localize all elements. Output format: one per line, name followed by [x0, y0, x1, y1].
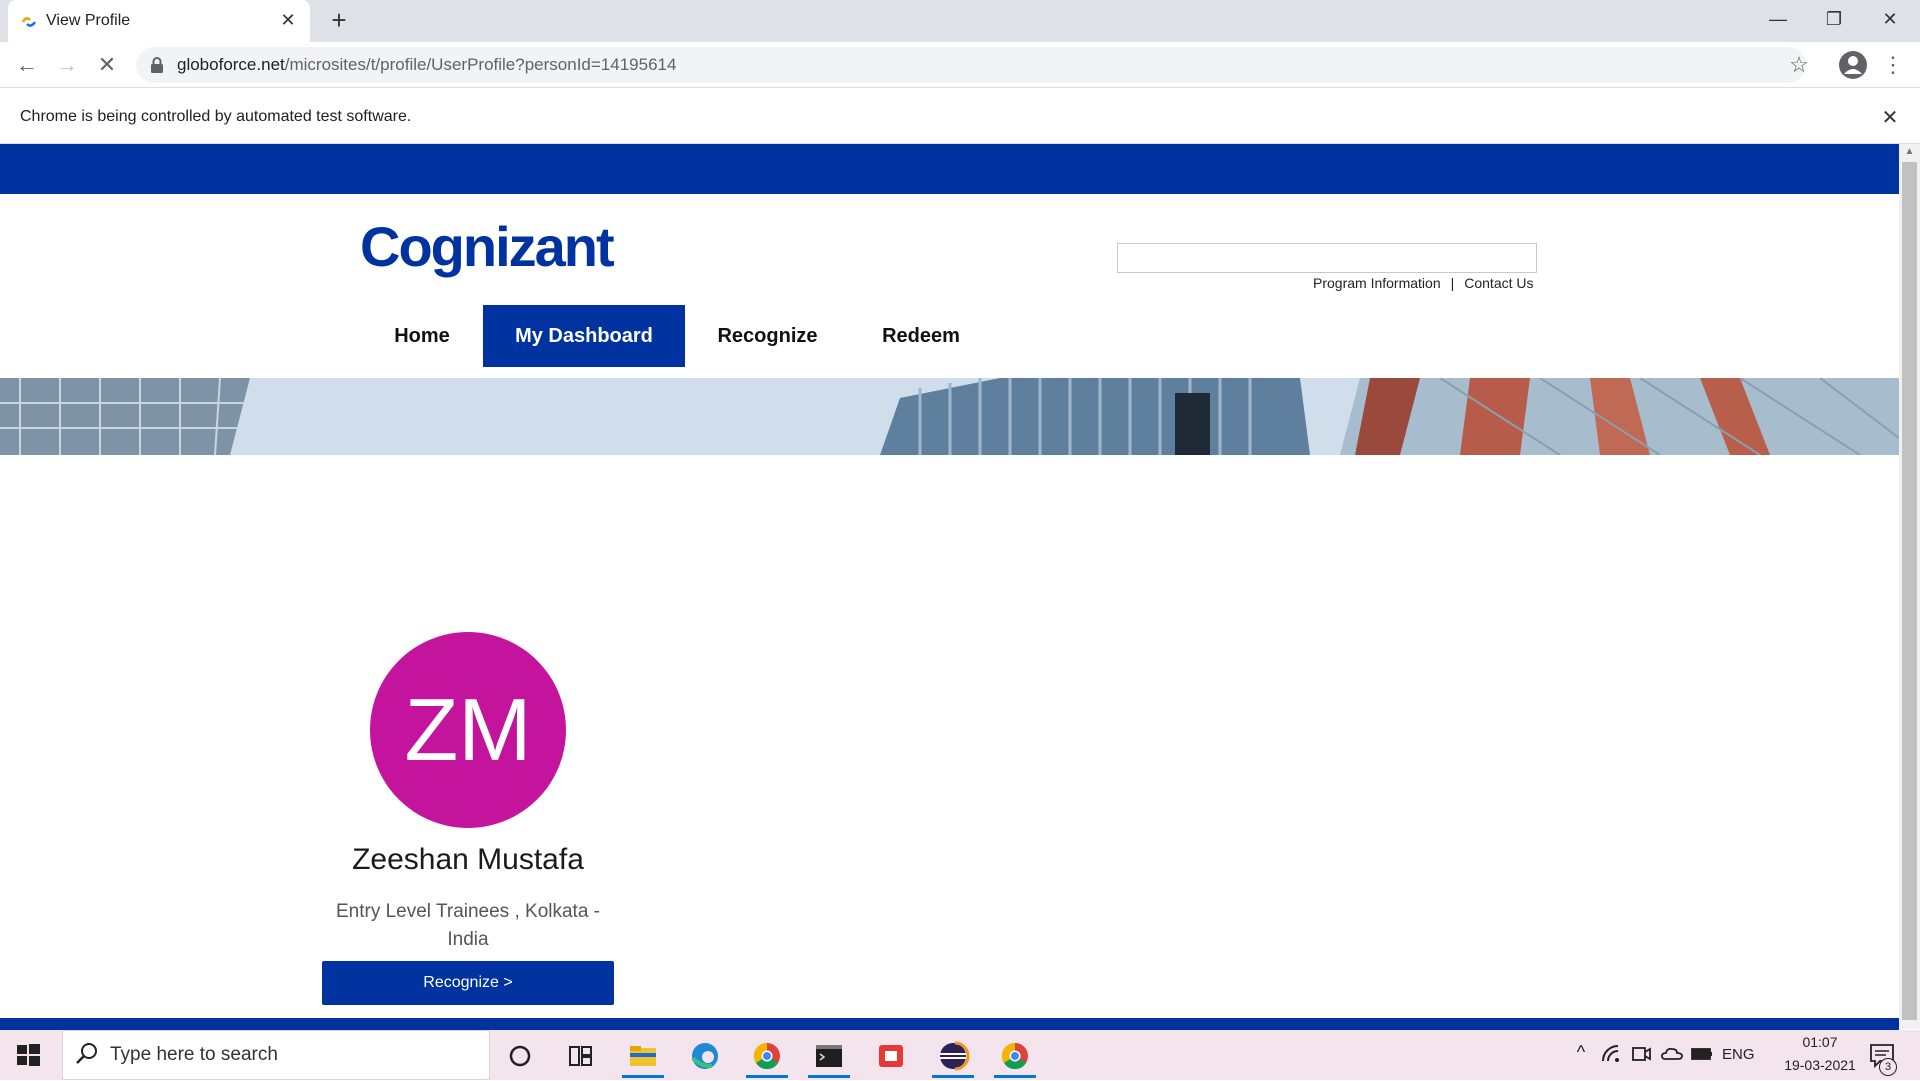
notification-count-badge: 3: [1879, 1058, 1897, 1076]
nav-home[interactable]: Home: [372, 305, 472, 367]
building-banner-image: [0, 378, 1899, 455]
back-arrow-icon[interactable]: ←: [10, 48, 44, 82]
url-text[interactable]: globoforce.net/microsites/t/profile/User…: [177, 55, 676, 75]
screen-recorder-icon[interactable]: [870, 1036, 912, 1076]
show-hidden-icons-chevron-icon[interactable]: ^: [1570, 1042, 1592, 1064]
terminal-icon: [816, 1045, 842, 1067]
restore-window-button[interactable]: ❐: [1806, 0, 1862, 38]
tab-title: View Profile: [46, 12, 131, 29]
taskbar-eclipse[interactable]: [932, 1036, 974, 1078]
nav-recognize[interactable]: Recognize: [705, 305, 830, 367]
tab-close-icon[interactable]: ✕: [276, 8, 300, 32]
forward-arrow-icon[interactable]: →: [50, 48, 84, 82]
stop-loading-icon[interactable]: ✕: [90, 48, 124, 82]
chrome-icon: [1001, 1042, 1028, 1070]
taskbar-search-placeholder[interactable]: Type here to search: [110, 1044, 278, 1066]
link-separator: |: [1450, 275, 1455, 291]
lock-icon[interactable]: [150, 56, 164, 74]
language-indicator[interactable]: ENG: [1722, 1046, 1755, 1063]
onedrive-cloud-icon[interactable]: [1660, 1043, 1684, 1065]
eclipse-icon: [940, 1041, 970, 1071]
globoforce-favicon-icon: [21, 17, 37, 27]
url-path: /microsites/t/profile/UserProfile?person…: [284, 55, 677, 74]
file-explorer-icon: [630, 1046, 656, 1066]
browser-menu-icon[interactable]: ⋮: [1880, 50, 1906, 80]
taskbar-terminal[interactable]: [808, 1036, 850, 1078]
clock-time[interactable]: 01:07: [1788, 1034, 1852, 1050]
meet-now-icon[interactable]: [1630, 1043, 1652, 1065]
profile-name: Zeeshan Mustafa: [352, 843, 584, 876]
contact-us-link[interactable]: Contact Us: [1464, 275, 1533, 291]
site-search-input[interactable]: [1117, 243, 1537, 273]
taskbar-chrome-1[interactable]: [746, 1036, 788, 1078]
chrome-icon: [753, 1042, 780, 1070]
recognize-person-button[interactable]: Recognize >: [322, 961, 614, 1005]
cortana-icon[interactable]: [499, 1036, 541, 1076]
scrollbar-thumb[interactable]: [1902, 162, 1917, 1020]
program-information-link[interactable]: Program Information: [1313, 275, 1441, 291]
new-tab-button[interactable]: +: [324, 6, 354, 36]
close-window-button[interactable]: ✕: [1862, 0, 1918, 38]
bookmark-star-icon[interactable]: ☆: [1786, 52, 1812, 78]
search-icon: [76, 1043, 97, 1064]
taskbar-file-explorer[interactable]: [622, 1036, 664, 1078]
nav-my-dashboard[interactable]: My Dashboard: [483, 305, 685, 367]
windows-start-icon[interactable]: [14, 1041, 42, 1069]
task-view-icon[interactable]: [559, 1036, 601, 1076]
profile-avatar: ZM: [370, 632, 566, 828]
profile-avatar-icon[interactable]: [1838, 50, 1868, 80]
clock-date[interactable]: 19-03-2021: [1770, 1057, 1870, 1073]
edge-browser-icon[interactable]: [684, 1036, 726, 1076]
url-host: globoforce.net: [177, 55, 285, 74]
battery-icon[interactable]: [1690, 1043, 1714, 1065]
header-band: [0, 144, 1899, 194]
profile-role-location: Entry Level Trainees , Kolkata - India: [335, 901, 600, 950]
nav-redeem[interactable]: Redeem: [865, 305, 977, 367]
scroll-up-arrow-icon[interactable]: ▲: [1902, 146, 1917, 160]
infobar-message: Chrome is being controlled by automated …: [20, 108, 412, 125]
wifi-icon[interactable]: [1600, 1043, 1622, 1065]
minimize-window-button[interactable]: —: [1750, 0, 1806, 38]
utility-links: Program Information | Contact Us: [1313, 275, 1534, 291]
footer-band: [0, 1018, 1899, 1030]
cognizant-logo[interactable]: Cognizant: [360, 214, 615, 279]
infobar-close-icon[interactable]: ✕: [1876, 104, 1904, 132]
taskbar-chrome-2[interactable]: [994, 1036, 1036, 1078]
